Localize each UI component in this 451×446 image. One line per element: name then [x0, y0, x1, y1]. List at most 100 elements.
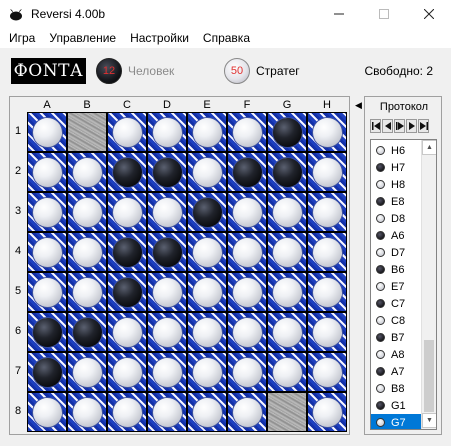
board-cell-a7[interactable]	[27, 352, 67, 392]
menu-help[interactable]: Справка	[196, 28, 257, 48]
move-list-item[interactable]: G1	[371, 397, 422, 414]
collapse-panel-icon[interactable]: ◀	[355, 100, 362, 111]
board-cell-h4[interactable]	[307, 232, 347, 272]
board-cell-b4[interactable]	[67, 232, 107, 272]
board-cell-f8[interactable]	[227, 392, 267, 432]
board-cell-e1[interactable]	[187, 112, 227, 152]
board-cell-c8[interactable]	[107, 392, 147, 432]
move-list-item[interactable]: H7	[371, 159, 422, 176]
board-cell-h1[interactable]	[307, 112, 347, 152]
board-cell-d6[interactable]	[147, 312, 187, 352]
move-list-item[interactable]: H6	[371, 142, 422, 159]
move-list-item[interactable]: D8	[371, 210, 422, 227]
move-list-item[interactable]: D7	[371, 244, 422, 261]
move-list-item[interactable]: B6	[371, 261, 422, 278]
board-cell-d8[interactable]	[147, 392, 187, 432]
move-history-list[interactable]: G7 G1 B8 A7 A8 B7 C8 C7 E7 B6 D7 A6 D8 E8 H8 H7 H6 ▲ ▼	[370, 139, 437, 430]
board-cell-f5[interactable]	[227, 272, 267, 312]
menu-game[interactable]: Игра	[2, 28, 42, 48]
last-move-button[interactable]	[418, 119, 429, 133]
board-cell-g5[interactable]	[267, 272, 307, 312]
board-cell-a2[interactable]	[27, 152, 67, 192]
board-cell-d7[interactable]	[147, 352, 187, 392]
scrollbar-thumb[interactable]	[424, 340, 434, 412]
board-cell-f7[interactable]	[227, 352, 267, 392]
scroll-down-icon[interactable]: ▼	[422, 413, 436, 428]
menu-settings[interactable]: Настройки	[123, 28, 196, 48]
board-cell-c6[interactable]	[107, 312, 147, 352]
board-cell-g1[interactable]	[267, 112, 307, 152]
board-cell-e8[interactable]	[187, 392, 227, 432]
minimize-icon[interactable]	[316, 0, 361, 28]
close-icon[interactable]	[406, 0, 451, 28]
board-cell-b6[interactable]	[67, 312, 107, 352]
board-cell-b2[interactable]	[67, 152, 107, 192]
move-list-item[interactable]: E7	[371, 278, 422, 295]
first-move-button[interactable]	[370, 119, 381, 133]
board-cell-g2[interactable]	[267, 152, 307, 192]
move-list-item[interactable]: B8	[371, 380, 422, 397]
move-list-scrollbar[interactable]: ▲ ▼	[421, 140, 436, 429]
board-cell-a4[interactable]	[27, 232, 67, 272]
board-cell-c7[interactable]	[107, 352, 147, 392]
previous-move-button[interactable]	[382, 119, 393, 133]
board-cell-g6[interactable]	[267, 312, 307, 352]
board-cell-d5[interactable]	[147, 272, 187, 312]
board-cell-d1[interactable]	[147, 112, 187, 152]
board-cell-h5[interactable]	[307, 272, 347, 312]
menu-control[interactable]: Управление	[42, 28, 123, 48]
board-cell-e7[interactable]	[187, 352, 227, 392]
move-list-item[interactable]: A8	[371, 346, 422, 363]
board-cell-c5[interactable]	[107, 272, 147, 312]
board-cell-c2[interactable]	[107, 152, 147, 192]
move-list-item[interactable]: G7	[371, 414, 422, 429]
scroll-up-icon[interactable]: ▲	[422, 140, 436, 155]
board-cell-g4[interactable]	[267, 232, 307, 272]
board-cell-d2[interactable]	[147, 152, 187, 192]
board-cell-e6[interactable]	[187, 312, 227, 352]
board-cell-b5[interactable]	[67, 272, 107, 312]
move-list-item[interactable]: H8	[371, 176, 422, 193]
board-cell-a1[interactable]	[27, 112, 67, 152]
move-list-item[interactable]: A7	[371, 363, 422, 380]
board-cell-b3[interactable]	[67, 192, 107, 232]
board-cell-h3[interactable]	[307, 192, 347, 232]
board-cell-g3[interactable]	[267, 192, 307, 232]
board-cell-a3[interactable]	[27, 192, 67, 232]
maximize-icon[interactable]	[361, 0, 406, 28]
board-cell-f2[interactable]	[227, 152, 267, 192]
next-move-button[interactable]	[406, 119, 417, 133]
move-list-item[interactable]: E8	[371, 193, 422, 210]
board-cell-f3[interactable]	[227, 192, 267, 232]
move-list-item[interactable]: C8	[371, 312, 422, 329]
board-cell-g8[interactable]	[267, 392, 307, 432]
reversi-app-icon[interactable]	[8, 6, 24, 22]
board-cell-c3[interactable]	[107, 192, 147, 232]
board-cell-b1[interactable]	[67, 112, 107, 152]
play-move-button[interactable]	[394, 119, 405, 133]
move-list-item[interactable]: B7	[371, 329, 422, 346]
board-cell-d3[interactable]	[147, 192, 187, 232]
board-cell-f6[interactable]	[227, 312, 267, 352]
board-cell-e4[interactable]	[187, 232, 227, 272]
board-cell-c4[interactable]	[107, 232, 147, 272]
board-cell-f1[interactable]	[227, 112, 267, 152]
board-cell-e5[interactable]	[187, 272, 227, 312]
board-cell-b7[interactable]	[67, 352, 107, 392]
board-cell-e3[interactable]	[187, 192, 227, 232]
board-cell-h2[interactable]	[307, 152, 347, 192]
move-list-item[interactable]: A6	[371, 227, 422, 244]
board-cell-h7[interactable]	[307, 352, 347, 392]
board-cell-f4[interactable]	[227, 232, 267, 272]
board-cell-a8[interactable]	[27, 392, 67, 432]
board-cell-g7[interactable]	[267, 352, 307, 392]
board-cell-e2[interactable]	[187, 152, 227, 192]
board-cell-a5[interactable]	[27, 272, 67, 312]
board-cell-h8[interactable]	[307, 392, 347, 432]
move-list-item[interactable]: C7	[371, 295, 422, 312]
board-cell-c1[interactable]	[107, 112, 147, 152]
board-cell-b8[interactable]	[67, 392, 107, 432]
board-cell-d4[interactable]	[147, 232, 187, 272]
board-cell-a6[interactable]	[27, 312, 67, 352]
board-cell-h6[interactable]	[307, 312, 347, 352]
